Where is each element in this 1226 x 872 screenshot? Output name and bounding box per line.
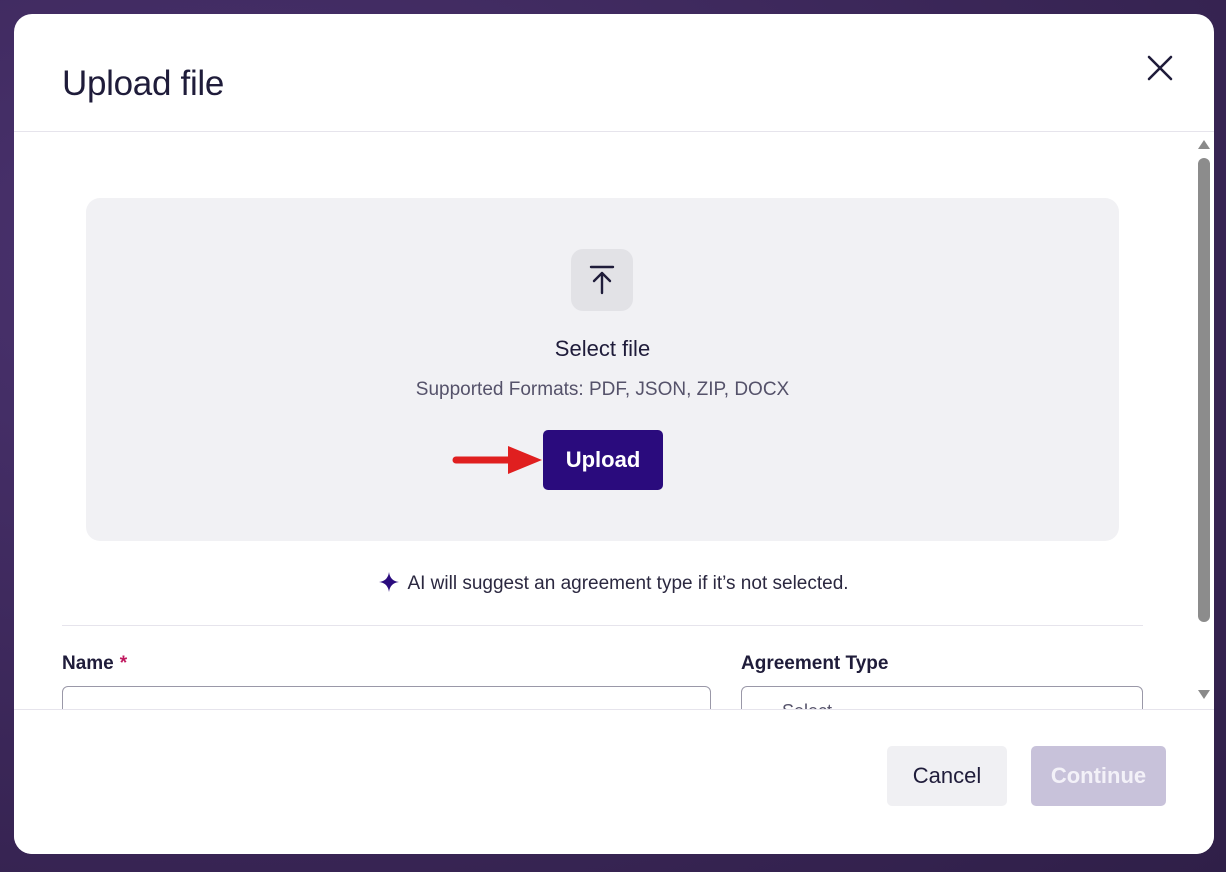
upload-icon xyxy=(589,265,615,295)
sparkle-icon xyxy=(379,572,400,592)
dialog-header: Upload file xyxy=(14,14,1214,132)
dialog-footer: Cancel Continue xyxy=(14,709,1214,854)
cancel-button[interactable]: Cancel xyxy=(887,746,1007,806)
upload-button[interactable]: Upload xyxy=(543,430,663,490)
ai-hint-text: AI will suggest an agreement type if it’… xyxy=(407,573,849,594)
close-button[interactable] xyxy=(1142,50,1178,86)
scroll-down-arrow-icon[interactable] xyxy=(1198,690,1210,699)
section-divider xyxy=(62,625,1143,626)
dialog-title: Upload file xyxy=(62,64,225,103)
name-label-text: Name xyxy=(62,653,114,674)
upload-file-dialog: Upload file Select file Supported Format… xyxy=(14,14,1214,854)
upload-icon-container xyxy=(571,249,633,311)
continue-button[interactable]: Continue xyxy=(1031,746,1166,806)
annotation-arrow-icon xyxy=(452,446,542,474)
ai-hint: AI will suggest an agreement type if it’… xyxy=(14,572,1214,595)
supported-formats-text: Supported Formats: PDF, JSON, ZIP, DOCX xyxy=(415,379,790,400)
close-icon xyxy=(1147,55,1173,81)
dialog-body[interactable]: Select file Supported Formats: PDF, JSON… xyxy=(14,132,1214,709)
required-mark: * xyxy=(119,653,128,674)
select-file-title: Select file xyxy=(554,336,651,361)
dialog-scrollbar[interactable] xyxy=(1194,132,1214,709)
scroll-thumb[interactable] xyxy=(1198,158,1210,622)
agreement-type-label: Agreement Type xyxy=(741,653,889,674)
file-dropzone[interactable]: Select file Supported Formats: PDF, JSON… xyxy=(86,198,1119,541)
scroll-up-arrow-icon[interactable] xyxy=(1198,140,1210,149)
name-label: Name * xyxy=(62,653,127,675)
agreement-type-select[interactable]: Select xyxy=(741,686,1143,709)
name-input[interactable] xyxy=(62,686,711,709)
